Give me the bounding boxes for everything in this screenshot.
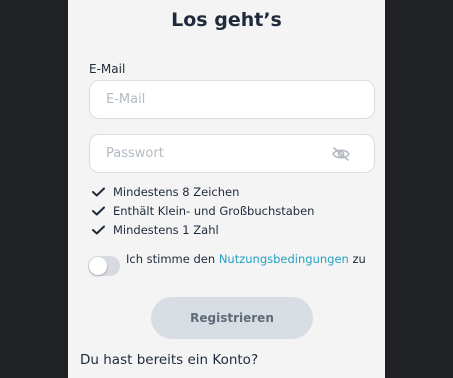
email-field[interactable] bbox=[106, 81, 326, 118]
terms-prefix: Ich stimme den bbox=[126, 252, 219, 266]
requirement-label: Enthält Klein- und Großbuchstaben bbox=[113, 203, 315, 218]
terms-suffix: zu bbox=[348, 252, 366, 266]
password-requirements: Mindestens 8 Zeichen Enthält Klein- und … bbox=[92, 182, 314, 239]
requirement-label: Mindestens 8 Zeichen bbox=[113, 184, 240, 199]
app-screen: Los geht’s E-Mail Mindestens 8 Zeichen bbox=[0, 0, 453, 378]
terms-text: Ich stimme den Nutzungsbedingungen zu bbox=[126, 252, 366, 266]
email-field-box[interactable] bbox=[89, 80, 375, 119]
signup-panel: Los geht’s E-Mail Mindestens 8 Zeichen bbox=[68, 0, 385, 378]
register-button[interactable]: Registrieren bbox=[151, 297, 313, 339]
login-question: Du hast bereits ein Konto? bbox=[80, 352, 259, 368]
page-title: Los geht’s bbox=[171, 9, 282, 31]
requirement-item: Mindestens 8 Zeichen bbox=[92, 182, 314, 201]
checkmark-icon bbox=[92, 187, 105, 196]
email-label: E-Mail bbox=[89, 62, 126, 76]
requirement-item: Mindestens 1 Zahl bbox=[92, 220, 314, 239]
requirement-label: Mindestens 1 Zahl bbox=[113, 222, 219, 237]
toggle-knob bbox=[89, 257, 107, 275]
terms-toggle[interactable] bbox=[88, 256, 120, 276]
password-field[interactable] bbox=[106, 135, 326, 172]
eye-off-icon[interactable] bbox=[332, 147, 350, 161]
requirement-item: Enthält Klein- und Großbuchstaben bbox=[92, 201, 314, 220]
checkmark-icon bbox=[92, 206, 105, 215]
terms-link[interactable]: Nutzungsbedingungen bbox=[219, 252, 349, 266]
password-field-box[interactable] bbox=[89, 134, 375, 173]
checkmark-icon bbox=[92, 225, 105, 234]
